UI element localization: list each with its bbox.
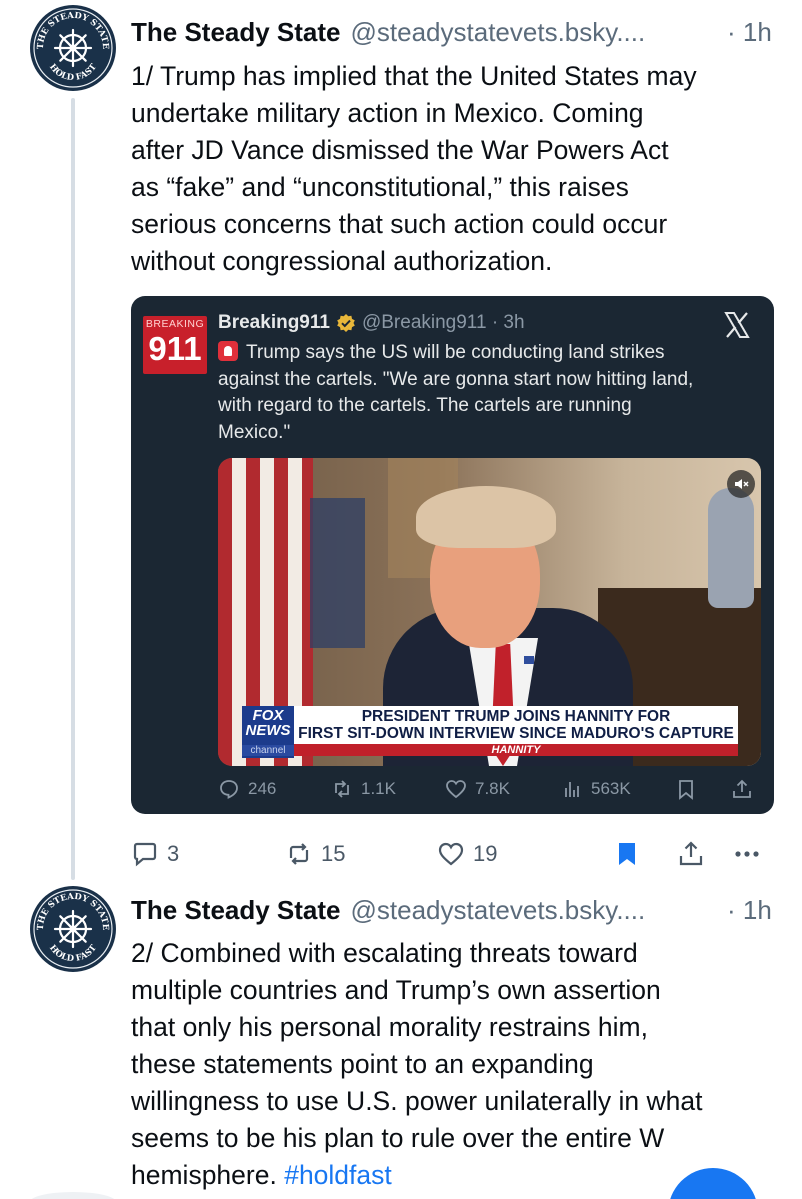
post-body-line: willingness to use U.S. power unilateral… xyxy=(131,1086,703,1116)
embed-text-line: against the cartels. "We are gonna start… xyxy=(218,368,694,390)
embed-author-handle: @Breaking911 · 3h xyxy=(361,312,525,333)
post-body-line: without congressional authorization. xyxy=(131,246,553,276)
post-header: The Steady State @steadystatevets.bsky..… xyxy=(131,12,772,52)
post-body-line: 1/ Trump has implied that the United Sta… xyxy=(131,61,697,91)
share-icon xyxy=(733,779,751,798)
share-icon xyxy=(679,841,703,866)
embed-stats-bar: 246 1.1K 7.8K 563K xyxy=(131,774,774,804)
steady-state-logo-icon: THE STEADY STATE HOLD FAST xyxy=(31,6,115,90)
repost-icon xyxy=(289,843,309,865)
post-body: 2/ Combined with escalating threats towa… xyxy=(131,935,781,1194)
logo-big-text: 911 xyxy=(148,330,202,367)
embed-repost-count: 1.1K xyxy=(361,779,396,798)
post-body-line: undertake military action in Mexico. Com… xyxy=(131,98,644,128)
reply-count: 3 xyxy=(167,841,180,866)
bookmark-filled-icon xyxy=(619,843,635,865)
embed-repost-stat[interactable]: 1.1K xyxy=(331,774,396,804)
post-body-line: serious concerns that such action could … xyxy=(131,209,668,239)
like-count: 19 xyxy=(473,841,498,866)
post-1[interactable]: THE STEADY STATE HOLD FAST The Steady St… xyxy=(0,0,802,880)
embed-text-line: Trump says the US will be conducting lan… xyxy=(246,342,665,363)
author-name[interactable]: The Steady State xyxy=(131,895,341,926)
repost-button[interactable]: 15 xyxy=(285,836,345,872)
embed-header: Breaking911 @Breaking911 · 3h xyxy=(218,312,525,334)
embed-reply-stat[interactable]: 246 xyxy=(218,774,276,804)
chyron-line1: PRESIDENT TRUMP JOINS HANNITY FOR xyxy=(361,708,671,725)
embed-text-line: with regard to the cartels. The cartels … xyxy=(218,395,632,416)
post-body-line: after JD Vance dismissed the War Powers … xyxy=(131,135,669,165)
news-chyron: FOX NEWS channel PRESIDENT TRUMP JOINS H… xyxy=(218,706,761,758)
embed-text-line: Mexico." xyxy=(218,421,291,443)
network-line1: FOX xyxy=(252,707,284,724)
repost-count: 15 xyxy=(321,841,346,866)
embed-like-count: 7.8K xyxy=(475,779,510,798)
embed-like-stat[interactable]: 7.8K xyxy=(445,774,510,804)
bookmark-button[interactable] xyxy=(613,836,649,872)
post-body-line: that only his personal morality restrain… xyxy=(131,1012,648,1042)
post-body-line: multiple countries and Trump’s own asser… xyxy=(131,975,661,1005)
mute-icon[interactable] xyxy=(727,470,755,498)
heart-icon xyxy=(446,780,466,799)
post-actions-bar: 3 15 19 xyxy=(131,836,781,872)
flag-canton xyxy=(310,498,365,648)
author-handle[interactable]: @steadystatevets.bsky.... xyxy=(351,895,646,926)
siren-icon xyxy=(218,341,238,361)
post-body-line: these statements point to an expanding xyxy=(131,1049,594,1079)
chyron-headline: PRESIDENT TRUMP JOINS HANNITY FOR FIRST … xyxy=(294,706,738,744)
post-time[interactable]: · 1h xyxy=(727,17,772,48)
repost-icon xyxy=(335,780,349,798)
embed-bookmark-button[interactable] xyxy=(675,774,705,804)
embed-views-count: 563K xyxy=(591,779,631,798)
post-body-line-text: hemisphere. xyxy=(131,1160,285,1190)
network-line2: NEWS xyxy=(245,722,291,739)
post-time[interactable]: · 1h xyxy=(727,895,772,926)
more-dots-icon xyxy=(735,851,759,857)
logo-small-text: BREAKING xyxy=(145,318,205,330)
embed-views-stat[interactable]: 563K xyxy=(561,774,631,804)
fox-news-logo: FOX NEWS channel xyxy=(242,706,294,758)
embedded-video[interactable]: FOX NEWS channel PRESIDENT TRUMP JOINS H… xyxy=(218,458,761,766)
lapel-pin-image xyxy=(524,656,534,664)
avatar[interactable]: THE STEADY STATE HOLD FAST xyxy=(30,886,116,972)
like-button[interactable]: 19 xyxy=(437,836,497,872)
author-name[interactable]: The Steady State xyxy=(131,17,341,48)
bookmark-outline-icon xyxy=(679,780,693,800)
post-body: 1/ Trump has implied that the United Sta… xyxy=(131,58,781,280)
reply-icon xyxy=(220,780,238,799)
embed-author-name: Breaking911 xyxy=(218,312,330,333)
hashtag-link[interactable]: #holdfast xyxy=(284,1160,392,1190)
reply-icon xyxy=(133,842,157,867)
avatar[interactable]: THE STEADY STATE HOLD FAST xyxy=(30,5,116,91)
post-header: The Steady State @steadystatevets.bsky..… xyxy=(131,890,772,930)
post-body-line: 2/ Combined with escalating threats towa… xyxy=(131,938,638,968)
views-chart-icon xyxy=(565,782,579,797)
steady-state-logo-icon: THE STEADY STATE HOLD FAST xyxy=(31,887,115,971)
post-body-line: as “fake” and “unconstitutional,” this r… xyxy=(131,172,629,202)
x-logo-icon xyxy=(722,310,752,340)
embed-share-button[interactable] xyxy=(731,774,761,804)
embedded-post-card[interactable]: BREAKING 911 Breaking911 @Breaking911 · … xyxy=(131,296,774,814)
verified-badge-icon xyxy=(336,313,356,333)
network-line3: channel xyxy=(242,745,294,756)
more-options-button[interactable] xyxy=(733,836,769,872)
chyron-show-name: HANNITY xyxy=(294,744,738,756)
post-body-line: seems to be his plan to rule over the en… xyxy=(131,1123,665,1153)
share-button[interactable] xyxy=(677,836,713,872)
thread-connector-line xyxy=(71,98,75,880)
breaking911-logo: BREAKING 911 xyxy=(143,316,207,374)
vase-image xyxy=(708,488,754,608)
embed-text: Trump says the US will be conducting lan… xyxy=(218,340,748,446)
embed-reply-count: 246 xyxy=(248,779,277,798)
heart-icon xyxy=(438,842,464,866)
hair-image xyxy=(416,486,556,548)
chyron-line2: FIRST SIT-DOWN INTERVIEW SINCE MADURO'S … xyxy=(298,725,734,742)
author-handle[interactable]: @steadystatevets.bsky.... xyxy=(351,17,646,48)
reply-button[interactable]: 3 xyxy=(131,836,179,872)
next-post-avatar-peek xyxy=(30,1192,116,1199)
